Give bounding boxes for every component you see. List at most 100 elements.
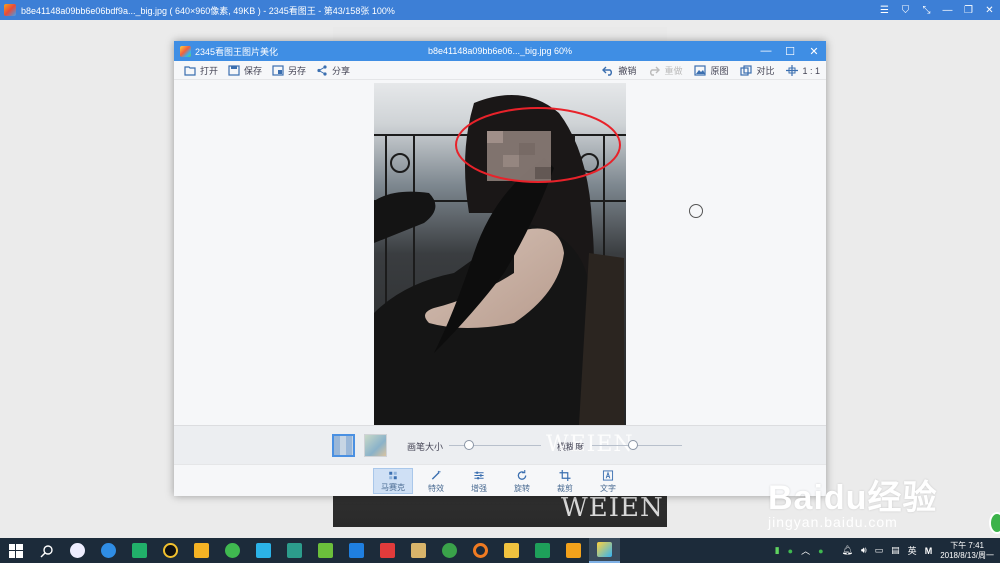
- save-as-button[interactable]: 另存: [272, 61, 306, 80]
- taskbar-app-qq[interactable]: [155, 538, 186, 563]
- compare-icon: [740, 65, 753, 76]
- taskbar-app-butterfly[interactable]: [248, 538, 279, 563]
- taskbar-app-yellow[interactable]: [186, 538, 217, 563]
- ratio-button[interactable]: 1 : 1: [786, 61, 820, 80]
- spreadsheet-icon: [535, 543, 550, 558]
- undo-label: 撤销: [618, 66, 637, 76]
- taskbar-app-red[interactable]: [372, 538, 403, 563]
- ime-indicator[interactable]: 英: [908, 544, 917, 557]
- red-app-icon: [380, 543, 395, 558]
- tool-tab-4[interactable]: 裁剪: [545, 468, 585, 494]
- taskbar-app-folder[interactable]: [403, 538, 434, 563]
- taskbar-app-green[interactable]: [124, 538, 155, 563]
- notification-icon[interactable]: 🔔︎: [842, 545, 853, 556]
- tray-green-icon[interactable]: ●: [788, 546, 793, 556]
- editor-logo-icon: [180, 45, 191, 57]
- redo-label: 重做: [664, 66, 683, 76]
- clock[interactable]: 下午 7:41 2018/8/13/周一: [940, 541, 994, 561]
- search-button[interactable]: [31, 538, 62, 563]
- undo-button[interactable]: 撤销: [602, 61, 636, 80]
- tray-360-icon[interactable]: ●: [818, 546, 823, 556]
- compare-button[interactable]: 对比: [740, 61, 774, 80]
- taskbar-app-editor[interactable]: [589, 538, 620, 563]
- open-button[interactable]: 打开: [184, 61, 218, 80]
- blur-thumb[interactable]: [627, 440, 638, 450]
- tool-tab-3[interactable]: 旋转: [502, 468, 542, 494]
- save-button[interactable]: 保存: [228, 61, 262, 80]
- brush-size-label: 画笔大小: [407, 442, 444, 452]
- taskbar-app-pinwheel[interactable]: [62, 538, 93, 563]
- yellow-app-icon: [194, 543, 209, 558]
- network-icon[interactable]: ▭: [875, 545, 884, 556]
- save-as-label: 另存: [288, 65, 307, 76]
- package-icon: [411, 543, 426, 558]
- editing-canvas[interactable]: [174, 81, 826, 425]
- menu-icon[interactable]: ☰: [874, 0, 895, 20]
- editor-window: 2345看图王图片美化 b8e41148a09bb6e06..._big.jpg…: [174, 41, 826, 496]
- ratio-label: 1 : 1: [802, 65, 820, 76]
- taskbar-app-torrent[interactable]: [434, 538, 465, 563]
- editor-titlebar: 2345看图王图片美化 b8e41148a09bb6e06..._big.jpg…: [174, 41, 826, 61]
- message-icon[interactable]: ▤: [891, 545, 900, 556]
- tool-tab-5[interactable]: 文字: [588, 468, 628, 494]
- editor-minimize-button[interactable]: —: [754, 41, 778, 61]
- background-photo-watermark: WEIEN: [561, 493, 664, 523]
- minimize-button[interactable]: —: [937, 0, 958, 20]
- taskbar-app-orange[interactable]: [465, 538, 496, 563]
- green-app-icon: [132, 543, 147, 558]
- share-label: 分享: [332, 65, 351, 76]
- undo-icon: [602, 66, 613, 76]
- tool-tab-2[interactable]: 增强: [459, 468, 499, 494]
- mosaic-icon: [389, 471, 397, 480]
- mosaic-settings-bar: 画笔大小 模糊度 WEIEN: [174, 425, 826, 464]
- taskbar-app-2345[interactable]: [558, 538, 589, 563]
- taskbar-app-browser[interactable]: [217, 538, 248, 563]
- tool-tab-label: 旋转: [514, 484, 530, 493]
- clock-date: 2018/8/13/周一: [940, 550, 994, 560]
- taskbar: ▮ ● ︿ ● 🔔︎ 🔊︎ ▭ ▤ 英 M 下午 7:41 2018/8/13/…: [0, 538, 1000, 563]
- original-button[interactable]: 原图: [694, 61, 728, 80]
- taskbar-app-sheets[interactable]: [527, 538, 558, 563]
- viewer-app-icon: [4, 4, 16, 16]
- redo-icon: [650, 66, 661, 76]
- taskbar-app-ie[interactable]: [93, 538, 124, 563]
- floating-green-button[interactable]: [989, 512, 1000, 534]
- brush-size-slider[interactable]: [449, 445, 541, 446]
- photo-canvas[interactable]: [374, 83, 626, 425]
- taskbar-app-leaf[interactable]: [310, 538, 341, 563]
- redo-button[interactable]: 重做: [648, 61, 682, 80]
- open-label: 打开: [200, 65, 219, 76]
- ime-mode-icon[interactable]: M: [925, 546, 933, 556]
- butterfly-icon: [256, 543, 271, 558]
- folder-icon: [184, 65, 196, 76]
- save-as-icon: [272, 64, 284, 76]
- viewer-titlebar: b8e41148a09bb6e06bdf9a..._big.jpg ( 640×…: [0, 0, 1000, 20]
- mosaic-style-pixel[interactable]: [332, 434, 355, 457]
- taskbar-app-teal[interactable]: [279, 538, 310, 563]
- fullscreen-icon[interactable]: ⤡: [916, 0, 937, 20]
- restore-button[interactable]: ❐: [958, 0, 979, 20]
- mosaic-style-blur[interactable]: [364, 434, 387, 457]
- battery-icon[interactable]: ▮: [775, 545, 780, 556]
- volume-icon[interactable]: 🔊︎: [861, 545, 867, 556]
- baidu-url: jingyan.baidu.com: [768, 514, 898, 530]
- editor-maximize-button[interactable]: ☐: [778, 41, 802, 61]
- shield-icon[interactable]: ⛉: [895, 0, 916, 20]
- save-label: 保存: [244, 65, 263, 76]
- brush-size-thumb[interactable]: [464, 440, 475, 450]
- chevron-up-icon[interactable]: ︿: [801, 544, 810, 557]
- save-icon: [228, 64, 240, 76]
- leaf-icon: [318, 543, 333, 558]
- tool-tab-label: 裁剪: [557, 484, 573, 493]
- start-button[interactable]: [0, 538, 31, 563]
- taskbar-app-explorer[interactable]: [496, 538, 527, 563]
- taskbar-app-blue5[interactable]: [341, 538, 372, 563]
- folder-icon: [504, 543, 519, 558]
- editor-close-button[interactable]: ✕: [802, 41, 826, 61]
- tool-tab-0[interactable]: 马赛克: [373, 468, 413, 494]
- tool-tab-1[interactable]: 特效: [416, 468, 456, 494]
- share-button[interactable]: 分享: [316, 61, 350, 80]
- clock-time: 下午 7:41: [950, 540, 984, 550]
- close-button[interactable]: ✕: [979, 0, 1000, 20]
- adjust-icon: [474, 471, 484, 480]
